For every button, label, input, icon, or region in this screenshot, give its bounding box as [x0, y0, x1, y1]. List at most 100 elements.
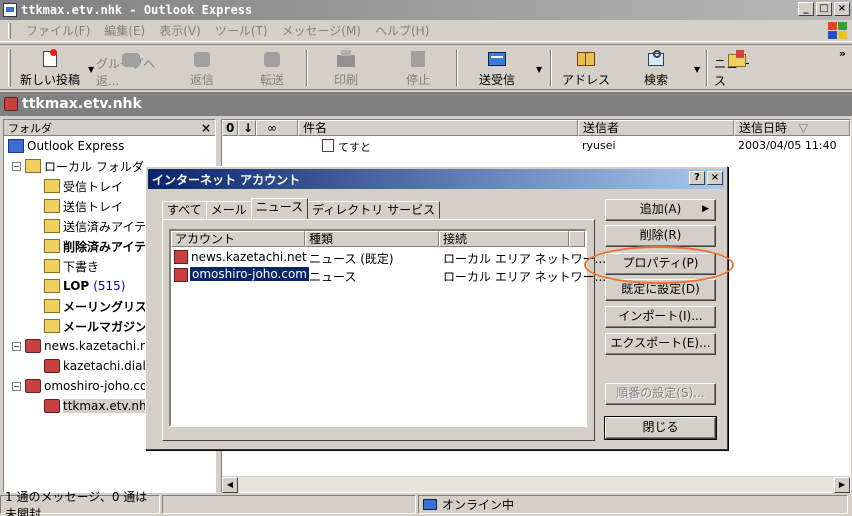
scroll-right-icon[interactable]: ▶ — [834, 477, 850, 493]
from-column-header[interactable]: 送信者 — [578, 120, 734, 136]
minimize-button[interactable]: _ — [798, 2, 814, 16]
newsgroup-icon — [4, 97, 18, 111]
folder-icon — [44, 299, 60, 313]
scroll-left-icon[interactable]: ◀ — [222, 477, 238, 493]
collapse-icon[interactable]: − — [12, 381, 21, 391]
account-name: news.kazetachi.net — [191, 250, 307, 264]
collapse-icon[interactable]: − — [12, 161, 21, 171]
message-row[interactable]: てすと ryusei 2003/04/05 11:40 — [222, 137, 850, 155]
news-button[interactable]: ニュース — [714, 49, 760, 89]
add-button-label: 追加(A) — [639, 202, 682, 216]
export-button[interactable]: エクスポート(E)... — [605, 333, 716, 355]
window-title: ttkmax.etv.nhk - Outlook Express — [21, 3, 253, 17]
maximize-button[interactable]: □ — [816, 2, 832, 16]
reply-icon — [191, 49, 213, 69]
toolbar-overflow-icon[interactable]: » — [839, 47, 846, 60]
collapse-icon[interactable]: − — [12, 341, 21, 351]
account-name: omoshiro-joho.com — [189, 266, 310, 282]
import-button[interactable]: インポート(I)... — [605, 306, 716, 328]
attachment-column-header[interactable]: 0 — [222, 120, 238, 136]
menu-help[interactable]: ヘルプ(H) — [368, 20, 436, 41]
news-account-icon — [174, 250, 188, 264]
address-book-button[interactable]: アドレス — [562, 49, 610, 89]
send-receive-button[interactable]: 送受信 — [470, 49, 524, 89]
send-receive-dropdown-icon[interactable]: ▼ — [536, 65, 542, 74]
toolbar-separator — [706, 49, 708, 87]
message-date: 2003/04/05 11:40 — [738, 139, 837, 152]
folder-local[interactable]: − ローカル フォルダ — [12, 156, 144, 176]
properties-button[interactable]: プロパティ(P) — [605, 253, 716, 275]
tab-directory-service[interactable]: ディレクトリ サービス — [307, 201, 441, 219]
date-column-label: 送信日時 — [739, 121, 788, 135]
connection-column-header[interactable]: 接続 — [439, 231, 569, 247]
account-connection: ローカル エリア ネットワー... — [443, 270, 607, 284]
folder-deleted[interactable]: 削除済みアイテム — [44, 236, 158, 256]
tab-all[interactable]: すべて — [162, 201, 207, 219]
folder-drafts[interactable]: 下書き — [44, 256, 99, 276]
news-server-kazetachi[interactable]: − news.kazetachi.net — [12, 336, 160, 356]
priority-column-header[interactable]: ↓ — [238, 120, 256, 136]
menu-message[interactable]: メッセージ(M) — [275, 20, 368, 41]
windows-logo-icon — [826, 21, 848, 41]
newsgroup-kazetachi-dialy[interactable]: kazetachi.dialy.s — [44, 356, 161, 376]
menubar-grip — [8, 22, 11, 39]
stop-button[interactable]: 停止 — [396, 49, 440, 89]
account-row-selected[interactable]: omoshiro-joho.com ニュース ローカル エリア ネットワー... — [171, 266, 606, 284]
submenu-arrow-icon: ▶ — [702, 204, 709, 214]
folder-label: メールマガジン — [63, 319, 148, 334]
news-account-icon — [174, 268, 188, 282]
tab-mail[interactable]: メール — [205, 201, 252, 219]
account-row[interactable]: news.kazetachi.net ニュース (既定) ローカル エリア ネッ… — [171, 248, 606, 266]
dialog-titlebar: インターネット アカウント ? × — [148, 169, 725, 189]
add-button[interactable]: 追加(A) ▶ — [605, 199, 716, 221]
folder-outlook-express[interactable]: Outlook Express — [8, 136, 124, 156]
new-post-dropdown-icon[interactable]: ▼ — [88, 65, 94, 74]
forward-button[interactable]: 転送 — [250, 49, 294, 89]
dialog-close-button[interactable]: × — [707, 171, 723, 185]
subject-column-header[interactable]: 件名 — [298, 120, 578, 136]
print-button[interactable]: 印刷 — [324, 49, 368, 89]
status-online: オンライン中 — [418, 495, 848, 514]
folder-lop[interactable]: LOP (515) — [44, 276, 126, 296]
trash-icon — [44, 239, 60, 253]
news-tab-panel: アカウント 種類 接続 news.kazetachi.net ニュース (既定)… — [162, 219, 606, 441]
menu-edit[interactable]: 編集(E) — [97, 20, 152, 41]
set-order-button[interactable]: 順番の設定(S)... — [605, 383, 716, 405]
reply-button[interactable]: 返信 — [180, 49, 224, 89]
folder-label: Outlook Express — [27, 139, 125, 153]
toolbar-separator — [306, 49, 308, 87]
close-button[interactable]: × — [834, 2, 850, 16]
menu-view[interactable]: 表示(V) — [152, 20, 208, 41]
menu-tools[interactable]: ツール(T) — [208, 20, 275, 41]
new-post-button[interactable]: 新しい投稿 — [18, 49, 82, 89]
account-column-header[interactable]: アカウント — [171, 231, 305, 247]
menu-file[interactable]: ファイル(F) — [19, 20, 97, 41]
horizontal-scrollbar[interactable]: ◀ ▶ — [222, 476, 850, 493]
remove-button[interactable]: 削除(R) — [605, 225, 716, 247]
newsgroup-ttkmax[interactable]: ttkmax.etv.nhk — [44, 396, 154, 416]
folder-icon — [44, 279, 60, 293]
find-dropdown-icon[interactable]: ▼ — [694, 65, 700, 74]
folder-label: ttkmax.etv.nhk — [63, 399, 154, 413]
account-type: ニュース — [309, 270, 357, 284]
folder-mail-magazine[interactable]: メールマガジン — [44, 316, 147, 336]
folder-sent[interactable]: 送信済みアイテム — [44, 216, 158, 236]
folder-inbox[interactable]: 受信トレイ — [44, 176, 123, 196]
folder-pane-close-icon[interactable]: × — [201, 121, 211, 135]
find-button[interactable]: 検索 — [636, 49, 676, 89]
tab-news[interactable]: ニュース — [250, 198, 309, 219]
status-spacer — [162, 495, 416, 514]
date-column-header[interactable]: 送信日時 ▽ — [734, 120, 850, 136]
current-folder-title: ttkmax.etv.nhk — [22, 96, 142, 112]
watch-column-header[interactable]: ∞ — [256, 120, 298, 136]
reply-group-button[interactable]: グループへ返... — [96, 49, 166, 89]
folder-mailing-list[interactable]: メーリングリスト — [44, 296, 159, 316]
folder-label: 受信トレイ — [63, 179, 124, 194]
news-server-omoshiro[interactable]: − omoshiro-joho.com — [12, 376, 159, 396]
dialog-help-button[interactable]: ? — [689, 171, 705, 185]
folder-outbox[interactable]: 送信トレイ — [44, 196, 123, 216]
type-column-header[interactable]: 種類 — [305, 231, 439, 247]
set-default-button[interactable]: 既定に設定(D) — [605, 279, 716, 301]
dialog-close-action-button[interactable]: 閉じる — [604, 416, 717, 440]
folder-label: news.kazetachi.net — [44, 339, 160, 353]
